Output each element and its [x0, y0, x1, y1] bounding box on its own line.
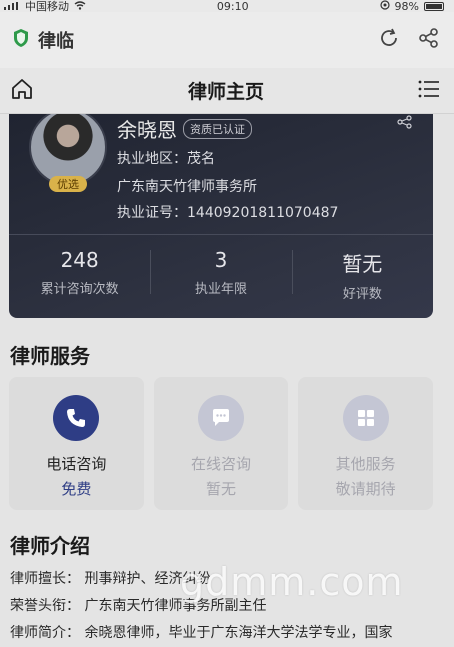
services-heading: 律师服务	[10, 344, 90, 368]
battery-percent: 98%	[394, 0, 419, 13]
lawyer-name-row: 余晓恩 资质已认证	[117, 114, 252, 143]
chat-icon	[198, 395, 244, 441]
service-sub: 免费	[61, 480, 92, 498]
battery-icon	[424, 1, 444, 11]
intro-specialty: 律师擅长： 刑事辩护、经济纠纷	[10, 571, 211, 587]
refresh-icon[interactable]	[378, 27, 400, 53]
share-icon[interactable]	[418, 27, 440, 53]
stat-label: 累计咨询次数	[40, 282, 119, 297]
app-title: 律临	[38, 31, 74, 52]
stat-label: 执业年限	[194, 282, 247, 297]
lawyer-name: 余晓恩	[117, 118, 177, 142]
card-divider	[9, 234, 433, 235]
services-grid: 电话咨询 免费 在线咨询 暂无 其他服务 敬请期待	[9, 377, 434, 510]
stat-label: 好评数	[342, 287, 382, 302]
stat-consultations: 248 累计咨询次数	[9, 244, 150, 304]
page-title: 律师主页	[187, 81, 264, 103]
stat-reviews: 暂无 好评数	[291, 244, 433, 304]
carrier-label: 中国移动	[25, 0, 69, 13]
stats-row: 248 累计咨询次数 3 执业年限 暂无 好评数	[9, 244, 433, 304]
app-bar: 律临	[0, 12, 454, 68]
menu-icon[interactable]	[418, 79, 440, 103]
stat-years: 3 执业年限	[150, 244, 291, 304]
stat-value: 248	[60, 248, 99, 272]
lawyer-profile-card: 优选 余晓恩 资质已认证 执业地区：茂名 广东南天竹律师事务所 执业证号：144…	[9, 114, 433, 318]
law-firm: 广东南天竹律师事务所	[117, 179, 257, 195]
nav-bar: 律师主页	[0, 68, 454, 114]
stat-value: 3	[214, 248, 228, 272]
practice-region: 执业地区：茂名	[117, 151, 215, 167]
home-icon[interactable]	[10, 77, 34, 105]
service-sub: 暂无	[206, 480, 237, 498]
service-label: 在线咨询	[191, 455, 252, 473]
intro-heading: 律师介绍	[10, 534, 90, 558]
license-number: 执业证号：14409201811070487	[117, 205, 339, 221]
wifi-icon	[74, 0, 86, 13]
shield-icon	[12, 28, 30, 53]
status-time: 09:10	[216, 0, 249, 13]
service-label: 电话咨询	[46, 455, 107, 473]
profile-share-icon[interactable]	[397, 114, 413, 133]
service-other[interactable]: 其他服务 敬请期待	[298, 377, 434, 510]
service-phone-consult[interactable]: 电话咨询 免费	[9, 377, 144, 510]
service-sub: 敬请期待	[335, 480, 396, 498]
cert-badge: 资质已认证	[183, 118, 252, 139]
phone-icon	[53, 395, 100, 441]
intro-honor: 荣誉头衔： 广东南天竹律师事务所副主任	[10, 598, 267, 614]
stat-value: 暂无	[342, 252, 383, 276]
service-online-consult[interactable]: 在线咨询 暂无	[153, 377, 289, 510]
service-label: 其他服务	[335, 455, 396, 473]
signal-icon	[4, 0, 20, 13]
grid-icon	[342, 395, 389, 441]
orientation-lock-icon	[379, 0, 390, 13]
intro-bio: 律师简介： 余晓恩律师，毕业于广东海洋大学法学专业，国家	[10, 625, 393, 641]
featured-badge: 优选	[49, 176, 87, 192]
status-bar: 中国移动 09:10 98%	[0, 0, 454, 13]
app-brand: 律临	[12, 27, 74, 53]
